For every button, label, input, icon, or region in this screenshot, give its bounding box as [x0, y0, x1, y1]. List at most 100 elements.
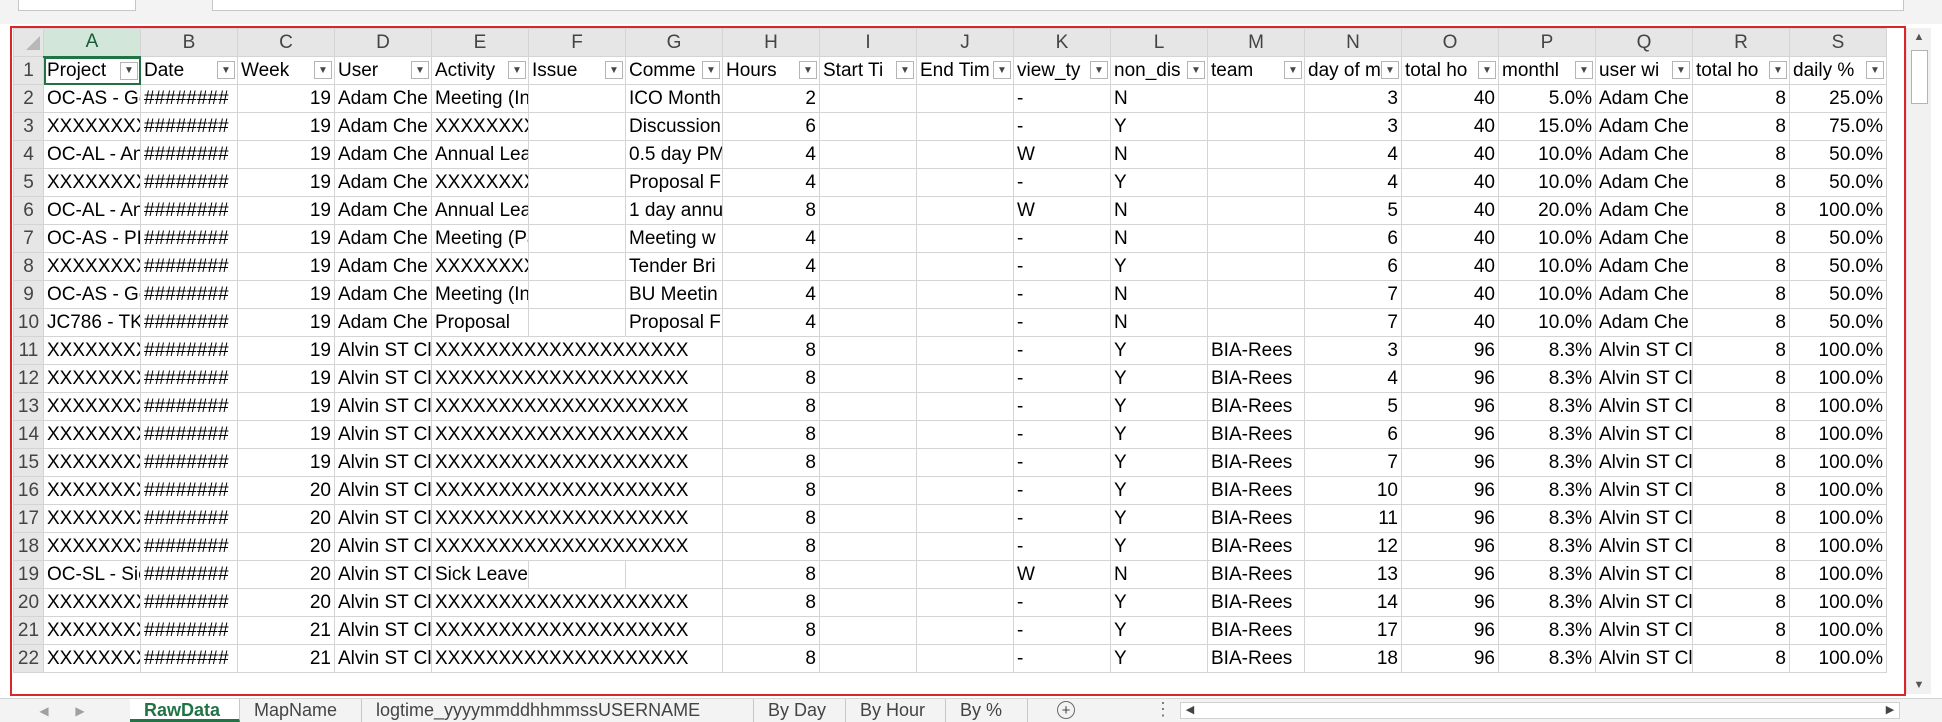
table-cell[interactable]: [1207, 84, 1305, 113]
table-cell[interactable]: Alvin ST Cl: [1595, 560, 1693, 589]
header-cell-user-wi[interactable]: user wi ▼: [1595, 56, 1693, 85]
table-cell[interactable]: 11: [1304, 504, 1402, 533]
table-cell[interactable]: -: [1013, 448, 1111, 477]
table-cell[interactable]: 100.0%: [1789, 196, 1887, 225]
table-cell[interactable]: 19: [237, 84, 335, 113]
table-cell[interactable]: 8: [1692, 280, 1790, 309]
table-cell[interactable]: 19: [237, 112, 335, 141]
table-cell[interactable]: 8.3%: [1498, 644, 1596, 673]
table-cell[interactable]: 8: [722, 560, 820, 589]
table-cell[interactable]: Alvin ST Cl: [1595, 420, 1693, 449]
table-cell[interactable]: Alvin ST Cl: [1595, 588, 1693, 617]
table-cell[interactable]: 100.0%: [1789, 644, 1887, 673]
table-cell[interactable]: 50.0%: [1789, 168, 1887, 197]
table-cell[interactable]: [819, 168, 917, 197]
column-header-p[interactable]: P: [1498, 28, 1596, 57]
table-cell[interactable]: 8: [1692, 532, 1790, 561]
table-cell[interactable]: 8.3%: [1498, 532, 1596, 561]
table-cell[interactable]: [916, 168, 1014, 197]
vertical-scrollbar[interactable]: ▲ ▼: [1906, 28, 1931, 694]
table-cell[interactable]: [819, 504, 917, 533]
header-cell-daily[interactable]: daily % ▼: [1789, 56, 1887, 85]
table-cell[interactable]: 4: [1304, 140, 1402, 169]
table-cell[interactable]: OC-AS - PF: [43, 224, 141, 253]
table-cell[interactable]: Adam Che: [1595, 308, 1693, 337]
row-header[interactable]: 12: [13, 364, 44, 393]
tab-rawdata[interactable]: RawData: [130, 699, 240, 722]
header-cell-team[interactable]: team ▼: [1207, 56, 1305, 85]
table-cell[interactable]: Y: [1110, 252, 1208, 281]
row-header[interactable]: 17: [13, 504, 44, 533]
table-cell[interactable]: 8: [722, 196, 820, 225]
table-cell[interactable]: [916, 392, 1014, 421]
table-cell[interactable]: 8: [1692, 308, 1790, 337]
table-cell[interactable]: 8: [1692, 504, 1790, 533]
table-cell[interactable]: Annual Leave: [431, 140, 529, 169]
table-cell[interactable]: 25.0%: [1789, 84, 1887, 113]
table-cell[interactable]: Y: [1110, 588, 1208, 617]
table-cell[interactable]: XXXXXXXXXXXXXXXXXXXX: [431, 588, 723, 617]
table-cell[interactable]: W: [1013, 560, 1111, 589]
table-cell[interactable]: Discussion: [625, 112, 723, 141]
table-cell[interactable]: 15.0%: [1498, 112, 1596, 141]
table-cell[interactable]: Tender Bri: [625, 252, 723, 281]
table-cell[interactable]: 4: [722, 168, 820, 197]
table-cell[interactable]: Alvin ST Cl: [334, 476, 432, 505]
table-cell[interactable]: 19: [237, 308, 335, 337]
table-cell[interactable]: BIA-Rees: [1207, 364, 1305, 393]
table-cell[interactable]: 0.5 day PM: [625, 140, 723, 169]
select-all-corner[interactable]: [13, 28, 44, 57]
table-cell[interactable]: [916, 252, 1014, 281]
table-cell[interactable]: Sick Leave: [431, 560, 529, 589]
table-cell[interactable]: 3: [1304, 336, 1402, 365]
table-cell[interactable]: Adam Che: [1595, 196, 1693, 225]
header-cell-activity[interactable]: Activity ▼: [431, 56, 529, 85]
table-cell[interactable]: [819, 420, 917, 449]
table-cell[interactable]: 100.0%: [1789, 588, 1887, 617]
table-cell[interactable]: 8: [722, 616, 820, 645]
table-cell[interactable]: 19: [237, 364, 335, 393]
header-cell-non-dis[interactable]: non_dis ▼: [1110, 56, 1208, 85]
table-cell[interactable]: 8: [722, 532, 820, 561]
table-cell[interactable]: Y: [1110, 420, 1208, 449]
table-cell[interactable]: 5.0%: [1498, 84, 1596, 113]
table-cell[interactable]: 6: [1304, 420, 1402, 449]
table-cell[interactable]: XXXXXXXX: [43, 252, 141, 281]
table-cell[interactable]: [819, 644, 917, 673]
table-cell[interactable]: ########: [140, 224, 238, 253]
table-cell[interactable]: -: [1013, 588, 1111, 617]
table-cell[interactable]: [819, 364, 917, 393]
table-cell[interactable]: [916, 308, 1014, 337]
row-header[interactable]: 9: [13, 280, 44, 309]
table-cell[interactable]: Adam Che: [334, 140, 432, 169]
column-header-k[interactable]: K: [1013, 28, 1111, 57]
table-cell[interactable]: [1207, 168, 1305, 197]
table-cell[interactable]: ########: [140, 308, 238, 337]
table-cell[interactable]: BIA-Rees: [1207, 588, 1305, 617]
table-cell[interactable]: 8: [1692, 84, 1790, 113]
table-cell[interactable]: 7: [1304, 308, 1402, 337]
table-cell[interactable]: Meeting (Internal): [431, 84, 529, 113]
table-cell[interactable]: 50.0%: [1789, 224, 1887, 253]
table-cell[interactable]: XXXXXXXX: [43, 420, 141, 449]
table-cell[interactable]: N: [1110, 560, 1208, 589]
table-cell[interactable]: Proposal: [431, 308, 529, 337]
table-cell[interactable]: [1207, 224, 1305, 253]
table-cell[interactable]: BIA-Rees: [1207, 420, 1305, 449]
table-cell[interactable]: [916, 644, 1014, 673]
table-cell[interactable]: [819, 252, 917, 281]
table-cell[interactable]: 8.3%: [1498, 392, 1596, 421]
table-cell[interactable]: 6: [722, 112, 820, 141]
table-cell[interactable]: XXXXXXXX: [43, 644, 141, 673]
header-cell-week[interactable]: Week ▼: [237, 56, 335, 85]
table-cell[interactable]: 8: [722, 336, 820, 365]
table-cell[interactable]: OC-AL - An: [43, 196, 141, 225]
table-cell[interactable]: W: [1013, 196, 1111, 225]
table-cell[interactable]: 50.0%: [1789, 140, 1887, 169]
table-cell[interactable]: 1 day annu: [625, 196, 723, 225]
table-cell[interactable]: [819, 280, 917, 309]
table-cell[interactable]: 96: [1401, 560, 1499, 589]
table-cell[interactable]: [1207, 252, 1305, 281]
table-cell[interactable]: 8: [1692, 588, 1790, 617]
table-cell[interactable]: -: [1013, 420, 1111, 449]
